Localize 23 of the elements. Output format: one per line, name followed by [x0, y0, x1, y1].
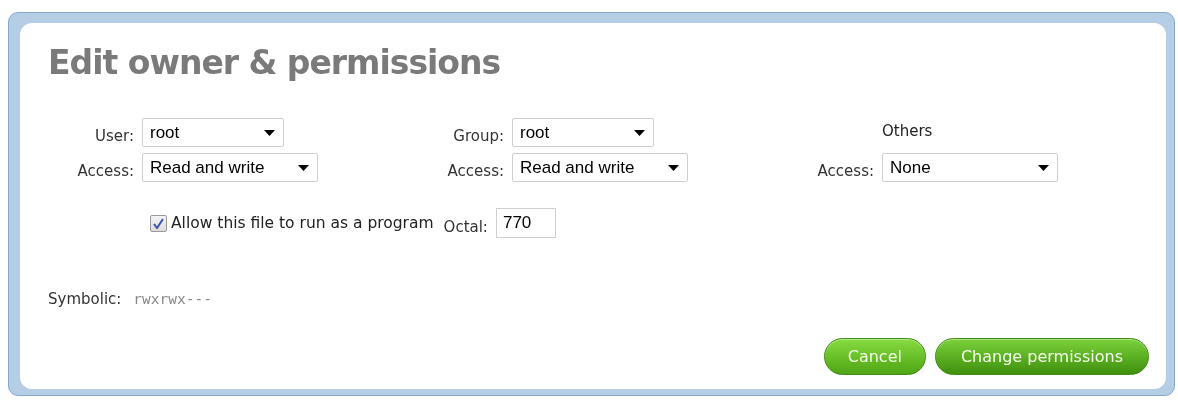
access-label: Access: — [77, 162, 134, 182]
owner-label: Group: — [453, 127, 504, 147]
section-heading: Others — [882, 121, 934, 142]
access-select[interactable]: Read and write — [142, 153, 318, 182]
access-label: Access: — [447, 162, 504, 182]
owner-label: User: — [95, 127, 134, 147]
checkbox[interactable] — [150, 214, 167, 232]
owner-select[interactable]: root — [512, 118, 654, 147]
caret-icon — [668, 164, 679, 171]
octal-label: Octal: — [443, 218, 488, 238]
access-select[interactable]: None — [882, 153, 1058, 182]
caret-icon — [634, 129, 645, 136]
caret-icon — [264, 129, 275, 136]
access-label: Access: — [817, 162, 874, 182]
owner-select[interactable]: root — [142, 118, 284, 147]
checkbox-label: Allow this file to run as a program — [171, 214, 434, 232]
dialog-title: Edit owner & permissions — [48, 43, 502, 82]
caret-icon — [1038, 164, 1049, 171]
caret-icon — [298, 164, 309, 171]
symbolic-value: rwxrwx--- — [133, 291, 212, 307]
access-select[interactable]: Read and write — [512, 153, 688, 182]
symbolic-label: Symbolic: — [48, 290, 122, 310]
octal-field[interactable]: 770 — [495, 208, 556, 238]
